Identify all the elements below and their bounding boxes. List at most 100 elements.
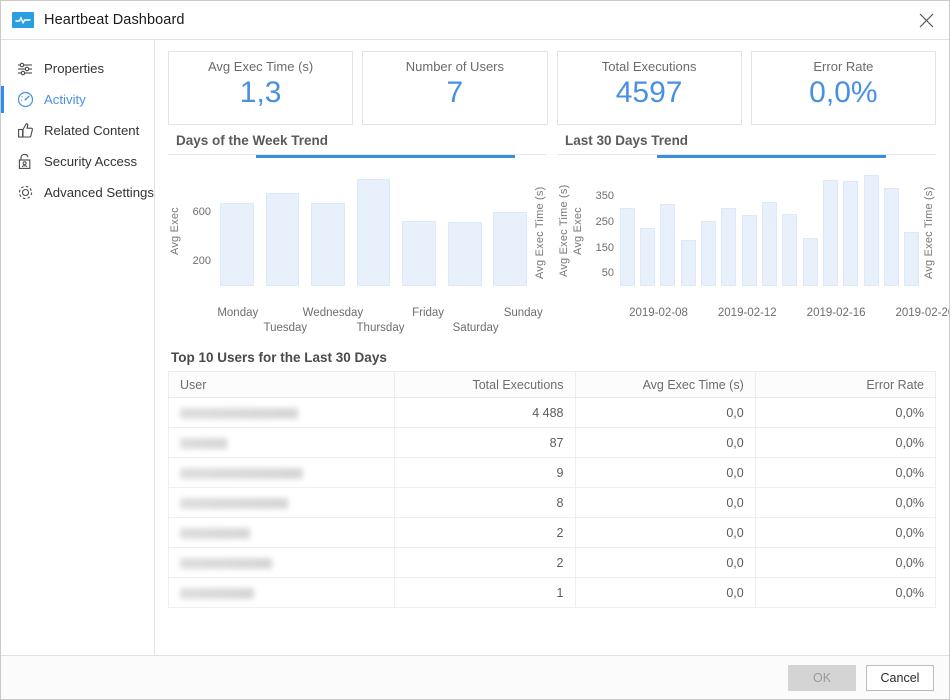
kpi-card-error-rate: Error Rate 0,0% bbox=[751, 51, 936, 125]
x-tick-label: Sunday bbox=[504, 307, 543, 319]
cell-user bbox=[169, 398, 395, 428]
cell-error-rate: 0,0% bbox=[755, 428, 935, 458]
kpi-label: Number of Users bbox=[406, 59, 504, 74]
kpi-label: Avg Exec Time (s) bbox=[208, 59, 313, 74]
cell-avg-exec-time: 0,0 bbox=[575, 578, 755, 608]
bar-slot bbox=[719, 168, 739, 286]
cell-total-executions: 2 bbox=[395, 548, 575, 578]
cell-error-rate: 0,0% bbox=[755, 488, 935, 518]
cell-avg-exec-time: 0,0 bbox=[575, 548, 755, 578]
kpi-label: Error Rate bbox=[813, 59, 873, 74]
chart-title: Days of the Week Trend bbox=[168, 133, 547, 148]
bar-slot bbox=[617, 168, 637, 286]
redacted-user-name bbox=[180, 468, 303, 479]
table-row[interactable]: 90,00,0% bbox=[169, 458, 936, 488]
redacted-user-name bbox=[180, 408, 298, 419]
bar-slot bbox=[678, 168, 698, 286]
bar bbox=[721, 208, 736, 286]
sidebar-item-related-content[interactable]: Related Content bbox=[1, 115, 154, 146]
kpi-value: 1,3 bbox=[240, 75, 282, 111]
kpi-card-total-executions: Total Executions 4597 bbox=[557, 51, 742, 125]
bar bbox=[220, 203, 254, 286]
chart-plot-area: Avg Exec 200600 Avg Exec Time (s) bbox=[168, 158, 547, 306]
sidebar-item-activity[interactable]: Activity bbox=[1, 84, 154, 115]
y-axis-ticks: 50150250350 bbox=[585, 168, 617, 286]
thumbs-up-icon bbox=[15, 121, 35, 141]
sidebar-item-label: Advanced Settings bbox=[44, 185, 154, 200]
table-row[interactable]: 80,00,0% bbox=[169, 488, 936, 518]
sidebar-item-security-access[interactable]: Security Access bbox=[1, 146, 154, 177]
bar bbox=[864, 175, 879, 286]
bar-slot bbox=[637, 168, 657, 286]
cell-total-executions: 2 bbox=[395, 518, 575, 548]
column-header-total-executions: Total Executions bbox=[395, 372, 575, 398]
column-header-avg-exec-time: Avg Exec Time (s) bbox=[575, 372, 755, 398]
cell-user bbox=[169, 428, 395, 458]
column-header-user: User bbox=[169, 372, 395, 398]
table-row[interactable]: 10,00,0% bbox=[169, 578, 936, 608]
kpi-label: Total Executions bbox=[602, 59, 697, 74]
cell-total-executions: 8 bbox=[395, 488, 575, 518]
kpi-card-avg-exec-time: Avg Exec Time (s) 1,3 bbox=[168, 51, 353, 125]
cell-total-executions: 1 bbox=[395, 578, 575, 608]
x-tick-label: Thursday bbox=[357, 322, 405, 334]
cell-user bbox=[169, 518, 395, 548]
kpi-row: Avg Exec Time (s) 1,3 Number of Users 7 … bbox=[168, 51, 936, 125]
bar-slot bbox=[698, 168, 718, 286]
bar bbox=[904, 232, 919, 286]
bar-slot bbox=[800, 168, 820, 286]
cell-avg-exec-time: 0,0 bbox=[575, 428, 755, 458]
dashboard-window: Heartbeat Dashboard bbox=[0, 0, 950, 700]
bar-slot bbox=[396, 168, 442, 286]
x-tick-label: Saturday bbox=[453, 322, 499, 334]
bar bbox=[660, 204, 675, 286]
activity-content: Avg Exec Time (s) 1,3 Number of Users 7 … bbox=[155, 40, 949, 655]
bar bbox=[311, 203, 345, 286]
y-axis-label-outer: Avg Exec Time (s) bbox=[557, 176, 571, 286]
y-tick-label: 150 bbox=[596, 242, 614, 254]
bar-slot bbox=[780, 168, 800, 286]
redacted-user-name bbox=[180, 588, 254, 599]
bar-slot bbox=[305, 168, 351, 286]
cell-total-executions: 4 488 bbox=[395, 398, 575, 428]
bar bbox=[266, 193, 300, 286]
chart-last-30-days: Last 30 Days Trend Avg Exec Time (s) Avg… bbox=[557, 133, 936, 340]
bar-series bbox=[617, 168, 922, 286]
y-tick-label: 50 bbox=[602, 267, 614, 279]
dialog-footer: OK Cancel bbox=[1, 655, 949, 699]
table-row[interactable]: 870,00,0% bbox=[169, 428, 936, 458]
y-tick-label: 250 bbox=[596, 216, 614, 228]
y-axis-label-right: Avg Exec Time (s) bbox=[922, 168, 936, 298]
bar bbox=[402, 221, 436, 286]
bar-slot bbox=[841, 168, 861, 286]
top-users-table: User Total Executions Avg Exec Time (s) … bbox=[168, 371, 936, 608]
sidebar-item-advanced-settings[interactable]: Advanced Settings bbox=[1, 177, 154, 208]
table-row[interactable]: 4 4880,00,0% bbox=[169, 398, 936, 428]
bar-slot bbox=[487, 168, 533, 286]
bar bbox=[803, 238, 818, 286]
ok-button[interactable]: OK bbox=[788, 665, 856, 691]
bar bbox=[823, 180, 838, 286]
cell-avg-exec-time: 0,0 bbox=[575, 398, 755, 428]
x-tick-label: Tuesday bbox=[264, 322, 308, 334]
redacted-user-name bbox=[180, 498, 288, 509]
cancel-button[interactable]: Cancel bbox=[866, 665, 934, 691]
cell-error-rate: 0,0% bbox=[755, 398, 935, 428]
sidebar-item-label: Properties bbox=[44, 61, 104, 76]
bar-slot bbox=[739, 168, 759, 286]
close-icon[interactable] bbox=[903, 1, 949, 39]
bar-slot bbox=[902, 168, 922, 286]
cell-user bbox=[169, 458, 395, 488]
bar-slot bbox=[861, 168, 881, 286]
sidebar-item-label: Activity bbox=[44, 92, 86, 107]
sidebar-item-properties[interactable]: Properties bbox=[1, 53, 154, 84]
x-tick-label: Wednesday bbox=[303, 307, 364, 319]
bar-slot bbox=[759, 168, 779, 286]
bar-slot bbox=[214, 168, 260, 286]
table-row[interactable]: 20,00,0% bbox=[169, 548, 936, 578]
y-axis-label: Avg Exec bbox=[571, 176, 585, 286]
bar bbox=[884, 188, 899, 286]
kpi-value: 4597 bbox=[616, 75, 683, 111]
bar-slot bbox=[881, 168, 901, 286]
table-row[interactable]: 20,00,0% bbox=[169, 518, 936, 548]
